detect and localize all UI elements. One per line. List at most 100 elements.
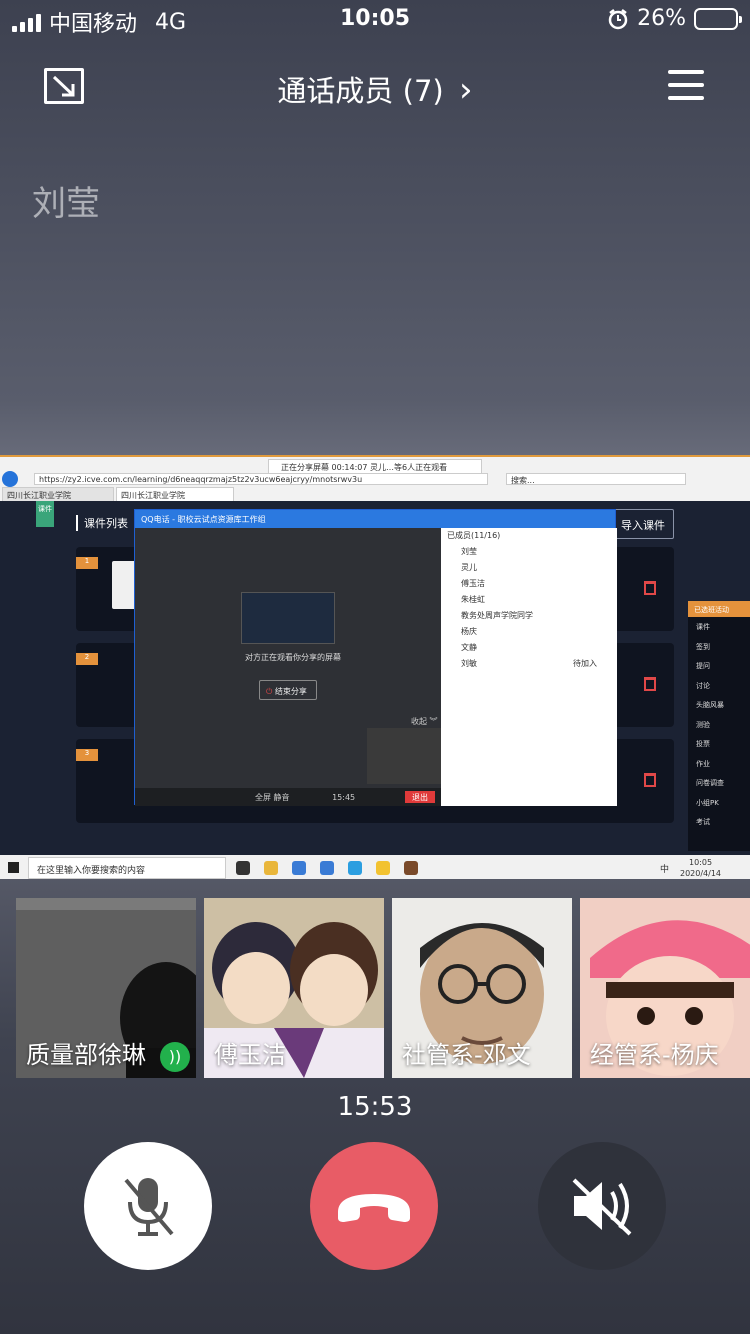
trash-icon [644, 677, 656, 691]
back-arrow-icon [2, 471, 18, 487]
trash-icon [644, 581, 656, 595]
call-duration: 15:53 [337, 1092, 413, 1122]
sharing-note: 对方正在观看你分享的屏幕 [245, 653, 341, 662]
member-item: 灵儿 [441, 559, 617, 575]
activity-toolbar: 已选班活动 课件 签到 提问 讨论 头脑风暴 测验 投票 作业 问卷调查 小组P… [688, 601, 750, 851]
qq-call-window: QQ电话 - 职校云试点资源库工作组 对方正在观看你分享的屏幕 ⏻ 结束分享 收… [134, 509, 617, 806]
alarm-icon [608, 8, 628, 29]
activity-toolbar-header: 已选班活动 [688, 601, 750, 617]
participant-name: 傅玉洁 [214, 1041, 286, 1069]
qq-browser-icon [348, 861, 362, 875]
participant-tile[interactable]: 社管系-邓文 [392, 898, 572, 1078]
mute-microphone-button[interactable] [84, 1142, 212, 1270]
card-number: 1 [76, 557, 98, 569]
task-view-icon [236, 861, 250, 875]
status-right: 26% [607, 6, 742, 31]
member-name: 文静 [461, 643, 477, 652]
qq-toolbar-labels: 全屏 静音 [255, 793, 290, 802]
call-members-label: 通话成员 (7) [277, 74, 444, 108]
member-item: 文静 [441, 639, 617, 655]
activity-item: 课件 [696, 623, 710, 631]
participant-tile[interactable]: 经管系-杨庆 [580, 898, 750, 1078]
microphone-muted-icon [124, 1178, 174, 1236]
browser-tab: 四川长江职业学院 [2, 487, 114, 501]
taskbar-search: 在这里输入你要搜索的内容 [28, 857, 226, 879]
qq-share-area: 对方正在观看你分享的屏幕 ⏻ 结束分享 收起 ︾ [135, 528, 441, 788]
trash-icon [644, 773, 656, 787]
end-share-label: 结束分享 [274, 687, 307, 696]
screen-preview [241, 592, 335, 644]
participant-tile[interactable]: 傅玉洁 [204, 898, 384, 1078]
participant-tile[interactable]: 质量部徐琳 )) [16, 898, 196, 1078]
activity-item: 测验 [696, 720, 710, 729]
member-list-header: 已成员(11/16) [447, 531, 501, 540]
member-name: 刘莹 [461, 547, 477, 556]
windows-start-icon [8, 862, 19, 873]
course-list-title: 课件列表 [76, 515, 128, 531]
top-nav: 通话成员 (7) › [0, 60, 750, 116]
ime-indicator: 中 [660, 865, 670, 875]
mail-icon [320, 861, 334, 875]
member-name: 杨庆 [461, 627, 477, 636]
activity-item: 讨论 [696, 681, 710, 690]
taskbar-date: 2020/4/14 [680, 869, 722, 878]
member-item: 杨庆 [441, 623, 617, 639]
member-name: 傅玉洁 [461, 579, 485, 588]
browser-search: 搜索... [506, 473, 686, 485]
card-number: 3 [76, 749, 98, 761]
edge-icon [292, 861, 306, 875]
member-name: 朱桂虹 [461, 595, 485, 604]
taskbar-apps [236, 861, 418, 875]
member-name: 灵儿 [461, 563, 477, 572]
participant-name: 社管系-邓文 [402, 1041, 531, 1069]
browser-toolbar: 正在分享屏幕 00:14:07 灵儿…等6人正在观看 https://zy2.i… [0, 457, 750, 501]
speaker-toggle-button[interactable] [538, 1142, 666, 1270]
bookmark-label: 课件 [38, 505, 52, 513]
camera-preview [367, 728, 441, 784]
voice-activity-icon: )) [160, 1042, 190, 1072]
member-item: 教务处周声学院同学 [441, 607, 617, 623]
taskbar-time: 10:05 [688, 858, 713, 867]
card-thumbnail [112, 561, 136, 609]
end-share-button: ⏻ 结束分享 [259, 680, 317, 700]
participant-name: 经管系-杨庆 [590, 1041, 719, 1069]
member-status: 待加入 [573, 659, 597, 668]
ie-icon [376, 861, 390, 875]
member-name: 刘敏 [461, 659, 477, 668]
battery-icon [694, 7, 742, 30]
participant-strip[interactable]: 质量部徐琳 )) 傅玉洁 社管系-邓文 经管系-杨庆 [16, 898, 750, 1078]
active-speaker-name: 刘莹 [32, 184, 100, 224]
activity-item: 提问 [696, 662, 710, 670]
power-icon: ⏻ [266, 687, 275, 696]
member-name: 教务处周声学院同学 [461, 611, 533, 620]
hamburger-menu-icon[interactable] [668, 70, 704, 100]
activity-item: 投票 [696, 740, 710, 748]
browser-tab: 四川长江职业学院 [116, 487, 234, 501]
course-page: 课件 课件列表 导入课件 1 2 3 QQ电话 - 职校云试点资源库工作组 对方… [0, 501, 750, 855]
windows-taskbar: 在这里输入你要搜索的内容 中 10:05 2020/4/14 [0, 855, 750, 879]
file-explorer-icon [264, 861, 278, 875]
hang-up-button[interactable] [310, 1142, 438, 1270]
call-members-title[interactable]: 通话成员 (7) › [0, 68, 750, 110]
speaker-muted-icon [572, 1178, 632, 1236]
address-bar: https://zy2.icve.com.cn/learning/d6neaqq… [34, 473, 488, 485]
activity-item: 问卷调查 [696, 779, 724, 787]
member-item: 傅玉洁 [441, 575, 617, 591]
qq-toolbar: 全屏 静音 15:45 退出 [135, 788, 441, 806]
shared-screen-view[interactable]: 正在分享屏幕 00:14:07 灵儿…等6人正在观看 https://zy2.i… [0, 455, 750, 879]
member-item: 刘莹 [441, 543, 617, 559]
app-icon [404, 861, 418, 875]
activity-item: 考试 [696, 818, 710, 826]
member-item: 刘敏 待加入 [441, 655, 617, 671]
card-number: 2 [76, 653, 98, 665]
bookmark-ribbon: 课件 [36, 501, 54, 527]
taskbar-clock: 10:05 2020/4/14 [680, 857, 721, 879]
phone-hangup-icon [338, 1194, 410, 1222]
qq-call-time: 15:45 [332, 793, 356, 802]
collapse-toggle: 收起 ︾ [411, 717, 438, 726]
activity-item: 小组PK [696, 798, 719, 807]
activity-item: 签到 [696, 642, 710, 651]
member-item: 朱桂虹 [441, 591, 617, 607]
activity-item: 作业 [696, 759, 710, 768]
participant-name: 质量部徐琳 [26, 1041, 146, 1069]
